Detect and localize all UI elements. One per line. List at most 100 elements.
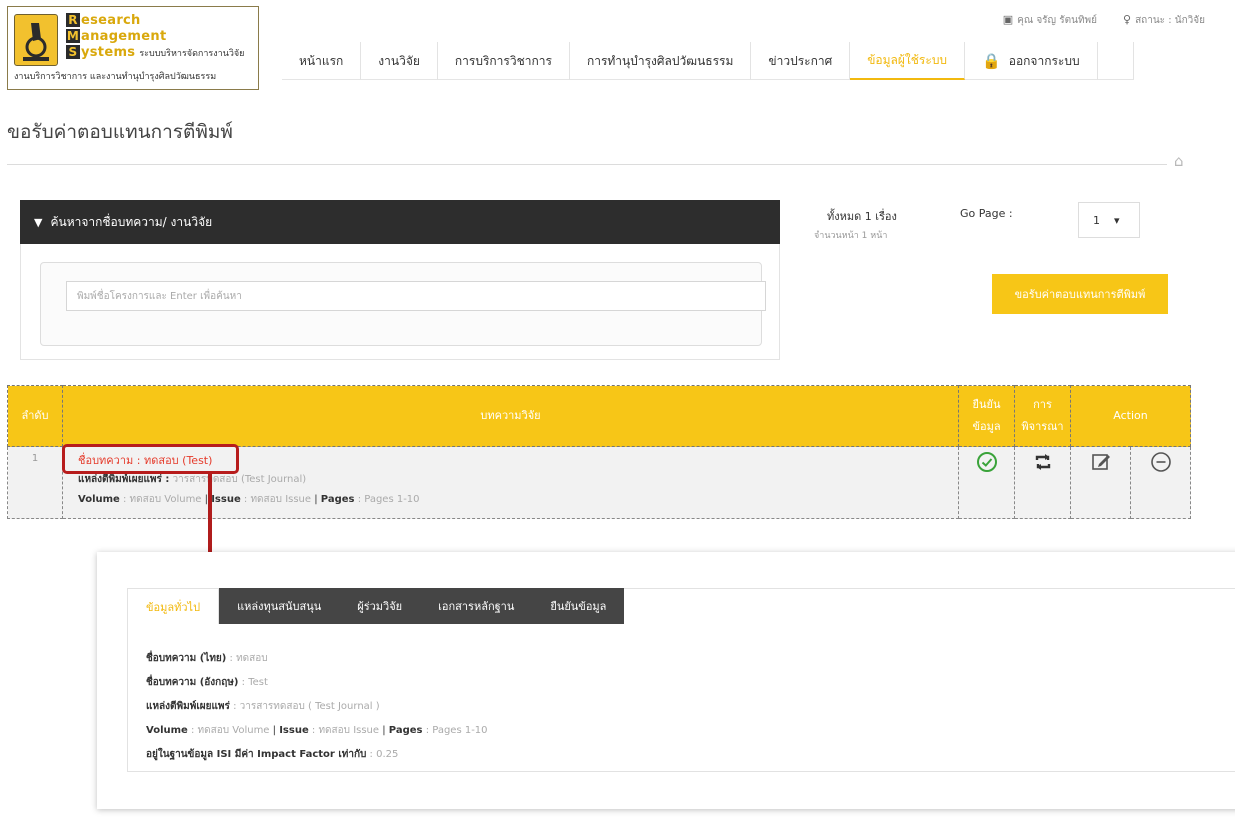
lock-icon: 🔒 (982, 52, 1001, 70)
col-review-line2: พิจารณา (1021, 420, 1064, 433)
article-volume-label: Volume (78, 494, 120, 505)
go-page-value: 1 (1093, 213, 1100, 227)
minus-circle-icon[interactable] (1150, 451, 1172, 473)
request-payment-button[interactable]: ขอรับค่าตอบแทนการตีพิมพ์ (992, 274, 1168, 314)
caret-down-icon: ▾ (1114, 213, 1120, 227)
nav-home[interactable]: หน้าแรก (282, 42, 362, 80)
field-isi: อยู่ในฐานข้อมูล ISI มีค่า Impact Factor … (146, 743, 488, 767)
check-circle-icon[interactable] (976, 451, 998, 473)
field-source-label: แหล่งตีพิมพ์เผยแพร่ (146, 701, 230, 712)
total-count: ทั้งหมด 1 เรื่อง (827, 210, 897, 223)
logo-subtitle: ระบบบริหารจัดการงานวิจัย (139, 49, 245, 59)
field-title-th: ชื่อบทความ (ไทย) : ทดสอบ (146, 647, 488, 671)
row-remove (1130, 446, 1191, 519)
annotation-highlight (62, 444, 239, 474)
col-confirm-line2: ข้อมูล (972, 420, 1001, 433)
col-article: บทความวิจัย (62, 385, 959, 447)
logo-footer: งานบริการวิชาการ และงานทำนุบำรุงศิลปวัฒน… (14, 72, 217, 82)
site-logo[interactable]: Research Management Systems ระบบบริหารจัด… (7, 6, 259, 90)
repeat-icon[interactable] (1032, 451, 1054, 473)
article-issue-label: Issue (211, 494, 241, 505)
row-review (1014, 446, 1071, 519)
go-page-select[interactable]: 1 ▾ (1078, 202, 1140, 238)
article-volume-value: : ทดสอบ Volume (123, 494, 202, 505)
user-strip: ▣ คุณ จรัญ รัตนทิพย์ ♀ สถานะ : นักวิจัย (1003, 13, 1205, 28)
article-issue-value: : ทดสอบ Issue (243, 494, 312, 505)
col-action: Action (1070, 385, 1191, 447)
tab-confirm[interactable]: ยืนยันข้อมูล (532, 588, 625, 624)
nav-arts-culture[interactable]: การทำนุบำรุงศิลปวัฒนธรรม (570, 42, 752, 80)
logo-management: Management (66, 29, 166, 44)
logo-systems: Systems ระบบบริหารจัดการงานวิจัย (66, 45, 244, 62)
row-edit (1070, 446, 1131, 519)
table-header-row: ลำดับ บทความวิจัย ยืนยันข้อมูล การพิจารณ… (7, 385, 1191, 447)
article-detail-card: ข้อมูลทั่วไป แหล่งทุนสนับสนุน ผู้ร่วมวิจ… (97, 552, 1235, 809)
field-volume-label: Volume (146, 725, 188, 736)
microscope-icon (14, 14, 58, 66)
field-title-en-value: : Test (241, 677, 268, 688)
field-title-th-value: : ทดสอบ (229, 653, 268, 664)
user-name[interactable]: ▣ คุณ จรัญ รัตนทิพย์ (1003, 13, 1097, 28)
chevron-down-icon: ▼ (34, 215, 43, 229)
main-nav: หน้าแรก งานวิจัย การบริการวิชาการ การทำน… (282, 42, 1134, 80)
logo-cap-r: R (66, 13, 80, 27)
tab-general[interactable]: ข้อมูลทั่วไป (127, 588, 220, 624)
field-title-th-label: ชื่อบทความ (ไทย) (146, 653, 227, 664)
field-pages-value: : Pages 1-10 (425, 725, 488, 736)
tab-funding[interactable]: แหล่งทุนสนับสนุน (219, 588, 340, 624)
search-panel-title: ค้นหาจากชื่อบทความ/ งานวิจัย (50, 214, 213, 229)
person-icon: ♀ (1123, 13, 1132, 26)
nav-spacer (1098, 42, 1134, 79)
row-confirm (958, 446, 1015, 519)
col-confirm-line1: ยืนยัน (972, 398, 1001, 411)
field-title-en: ชื่อบทความ (อังกฤษ) : Test (146, 671, 488, 695)
go-page-label: Go Page : (960, 207, 1013, 220)
col-confirm: ยืนยันข้อมูล (958, 385, 1015, 447)
nav-user-info[interactable]: ข้อมูลผู้ใช้ระบบ (850, 42, 966, 80)
field-title-en-label: ชื่อบทความ (อังกฤษ) (146, 677, 239, 688)
article-pages-value: : Pages 1-10 (357, 494, 420, 505)
tab-co-researchers[interactable]: ผู้ร่วมวิจัย (339, 588, 421, 624)
page-title: ขอรับค่าตอบแทนการตีพิมพ์ (7, 121, 233, 143)
logo-research: Research (66, 13, 141, 28)
logo-cap-m: M (66, 29, 80, 43)
article-source-label: แหล่งตีพิมพ์เผยแพร่ : (78, 474, 170, 485)
field-source-value: : วารสารทดสอบ ( Test Journal ) (233, 701, 380, 712)
field-isi-value: : 0.25 (369, 749, 399, 760)
field-issue-label: Issue (279, 725, 309, 736)
user-name-text: คุณ จรัญ รัตนทิพย์ (1017, 15, 1097, 26)
field-issue-value: : ทดสอบ Issue (311, 725, 380, 736)
col-no: ลำดับ (7, 385, 63, 447)
nav-academic-service[interactable]: การบริการวิชาการ (438, 42, 570, 80)
logo-text-research: esearch (81, 13, 141, 28)
detail-fields: ชื่อบทความ (ไทย) : ทดสอบ ชื่อบทความ (อัง… (146, 647, 488, 767)
tab-documents[interactable]: เอกสารหลักฐาน (420, 588, 533, 624)
logo-cap-s: S (66, 45, 80, 59)
article-source-value: วารสารทดสอบ (Test Journal) (172, 474, 307, 485)
search-panel-body: พิมพ์ชื่อโครงการและ Enter เพื่อค้นหา (20, 244, 780, 360)
col-review-line1: การ (1033, 398, 1052, 411)
detail-tabs: ข้อมูลทั่วไป แหล่งทุนสนับสนุน ผู้ร่วมวิจ… (127, 588, 625, 624)
search-panel-header[interactable]: ▼ ค้นหาจากชื่อบทความ/ งานวิจัย (20, 200, 780, 244)
title-divider (7, 164, 1167, 165)
home-icon[interactable]: ⌂ (1174, 152, 1184, 170)
nav-logout[interactable]: 🔒 ออกจากระบบ (965, 42, 1098, 80)
user-status-text: สถานะ : นักวิจัย (1135, 15, 1205, 26)
page-count: จำนวนหน้า 1 หน้า (814, 231, 888, 241)
nav-logout-label: ออกจากระบบ (1008, 53, 1080, 68)
logo-text-systems: ystems (81, 45, 136, 60)
field-volume-issue-pages: Volume : ทดสอบ Volume | Issue : ทดสอบ Is… (146, 725, 488, 736)
nav-research[interactable]: งานวิจัย (361, 42, 438, 80)
article-pages-label: Pages (320, 494, 355, 505)
field-source: แหล่งตีพิมพ์เผยแพร่ : วารสารทดสอบ ( Test… (146, 695, 488, 719)
field-pages-label: Pages (388, 725, 423, 736)
row-no: 1 (7, 446, 63, 519)
field-isi-label: อยู่ในฐานข้อมูล ISI มีค่า Impact Factor … (146, 749, 367, 760)
nav-news[interactable]: ข่าวประกาศ (751, 42, 851, 80)
col-review: การพิจารณา (1014, 385, 1071, 447)
field-volume-value: : ทดสอบ Volume (191, 725, 270, 736)
edit-icon[interactable] (1090, 451, 1112, 473)
logo-text-management: anagement (81, 29, 167, 44)
search-input[interactable]: พิมพ์ชื่อโครงการและ Enter เพื่อค้นหา (66, 281, 766, 311)
user-status: ♀ สถานะ : นักวิจัย (1123, 13, 1205, 28)
